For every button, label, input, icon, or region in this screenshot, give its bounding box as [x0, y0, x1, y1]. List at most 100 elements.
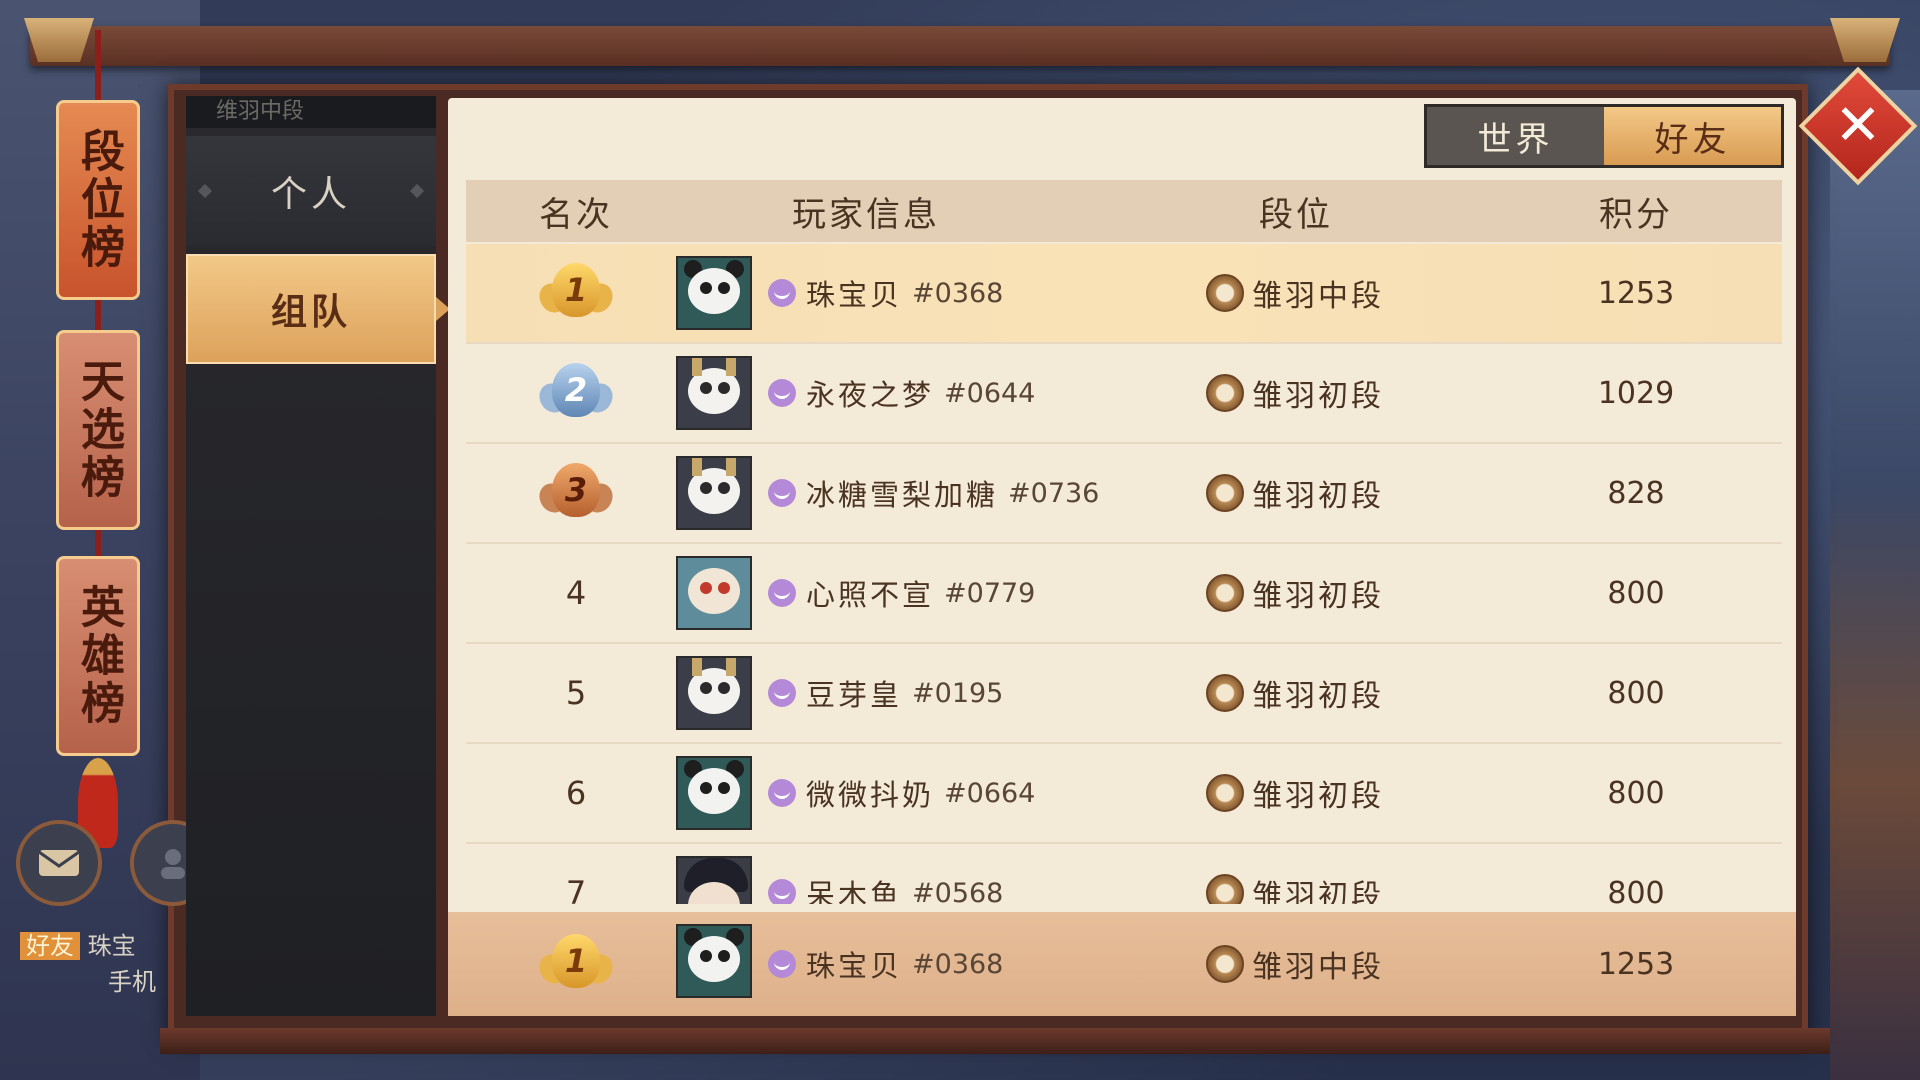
player-avatar[interactable] — [676, 924, 752, 998]
player-score: 800 — [1607, 775, 1665, 811]
tab-team-label: 组队 — [270, 292, 351, 333]
female-icon — [768, 379, 796, 407]
banner-tier-rank[interactable]: 段位榜 — [56, 100, 140, 300]
tier-badge-icon — [1206, 874, 1244, 904]
frame-bottom-bar — [160, 1028, 1830, 1054]
player-name: 珠宝贝 — [806, 278, 903, 312]
player-tier: 雏羽初段 — [1206, 544, 1384, 642]
player-name: 心照不宣 — [806, 578, 935, 612]
rank-medal-icon: 1 — [534, 257, 618, 329]
tab-personal-label: 个人 — [270, 174, 351, 215]
player-name: 珠宝贝 — [806, 949, 903, 983]
rank-medal-icon: 1 — [534, 928, 618, 1000]
female-icon — [768, 950, 796, 978]
tier-label: 雏羽初段 — [1252, 579, 1384, 614]
close-icon[interactable]: ✕ — [1830, 92, 1886, 158]
tab-team[interactable]: 组队 — [186, 254, 436, 364]
table-row[interactable]: 6 微微抖奶 #0664 雏羽初段 800 — [466, 744, 1782, 844]
player-score: 800 — [1607, 675, 1665, 711]
tier-badge-icon — [1206, 774, 1244, 812]
female-icon — [768, 679, 796, 707]
table-row[interactable]: 1 珠宝贝 #0368 雏羽中段 1253 — [466, 244, 1782, 344]
header-tier: 段位 — [1259, 194, 1333, 235]
player-tag: #0664 — [944, 777, 1036, 809]
medal-rank-number: 1 — [552, 263, 600, 317]
player-name: 呆木鱼 — [806, 878, 903, 904]
player-avatar[interactable] — [676, 456, 752, 530]
player-avatar[interactable] — [676, 656, 752, 730]
player-score: 1253 — [1597, 946, 1675, 982]
chat-line2: 手机 — [108, 968, 156, 996]
player-info: 豆芽皇 #0195 — [768, 644, 1003, 742]
tier-label: 雏羽中段 — [1252, 950, 1384, 985]
header-player: 玩家信息 — [792, 194, 940, 235]
player-tag: #0368 — [912, 948, 1004, 980]
table-row[interactable]: 4 心照不宣 #0779 雏羽初段 800 — [466, 544, 1782, 644]
rank-number: 4 — [565, 574, 587, 612]
player-info: 微微抖奶 #0664 — [768, 744, 1035, 842]
player-info: 永夜之梦 #0644 — [768, 344, 1035, 442]
player-tier: 雏羽中段 — [1206, 912, 1384, 1016]
chat-message[interactable]: 好友 珠宝 手机 — [20, 928, 170, 1000]
player-tag: #0736 — [1008, 477, 1100, 509]
tier-badge-icon — [1206, 374, 1244, 412]
leaderboard-rows: 1 珠宝贝 #0368 雏羽中段 1253 2 永夜之梦 #0644 雏羽初段 1029 3 冰糖雪梨… — [466, 244, 1782, 904]
medal-rank-number: 1 — [552, 934, 600, 988]
banner-hero-rank[interactable]: 英雄榜 — [56, 556, 140, 756]
table-row[interactable]: 7 呆木鱼 #0568 雏羽初段 800 — [466, 844, 1782, 904]
female-icon — [768, 579, 796, 607]
scope-friend-button[interactable]: 好友 — [1604, 107, 1781, 165]
player-score: 828 — [1607, 475, 1665, 511]
player-avatar[interactable] — [676, 556, 752, 630]
background-right — [1830, 90, 1920, 1080]
tier-badge-icon — [1206, 945, 1244, 983]
chat-sender: 珠宝 — [87, 932, 136, 960]
header-rank: 名次 — [539, 194, 613, 235]
tab-personal[interactable]: 个人 — [186, 136, 436, 246]
player-score: 800 — [1607, 575, 1665, 611]
female-icon — [768, 879, 796, 904]
player-score: 800 — [1607, 875, 1665, 905]
banner-chosen-rank[interactable]: 天选榜 — [56, 330, 140, 530]
tier-label: 雏羽初段 — [1252, 679, 1384, 714]
player-tier: 雏羽初段 — [1206, 644, 1384, 742]
player-avatar[interactable] — [676, 856, 752, 904]
tier-badge-icon — [1206, 274, 1244, 312]
player-tag: #0368 — [912, 277, 1004, 309]
banner-hero-rank-label: 英雄榜 — [73, 584, 124, 728]
player-score: 1253 — [1597, 275, 1675, 311]
table-row[interactable]: 3 冰糖雪梨加糖 #0736 雏羽初段 828 — [466, 444, 1782, 544]
rank-number: 5 — [565, 674, 587, 712]
player-avatar[interactable] — [676, 256, 752, 330]
table-row[interactable]: 2 永夜之梦 #0644 雏羽初段 1029 — [466, 344, 1782, 444]
player-tag: #0779 — [944, 577, 1036, 609]
player-info: 心照不宣 #0779 — [768, 544, 1035, 642]
player-tag: #0568 — [912, 877, 1004, 905]
player-info: 珠宝贝 #0368 — [768, 912, 1003, 1016]
player-info: 冰糖雪梨加糖 #0736 — [768, 444, 1099, 542]
rank-medal-icon: 2 — [534, 357, 618, 429]
player-tier: 雏羽中段 — [1206, 244, 1384, 342]
medal-rank-number: 3 — [552, 463, 600, 517]
rank-number: 6 — [565, 774, 587, 812]
player-name: 微微抖奶 — [806, 778, 935, 812]
medal-rank-number: 2 — [552, 363, 600, 417]
tier-label: 雏羽初段 — [1252, 379, 1384, 414]
mail-icon — [38, 850, 80, 876]
my-rank-content: 1 珠宝贝 #0368 雏羽中段 1253 — [466, 912, 1782, 1016]
table-header: 名次 玩家信息 段位 积分 — [466, 180, 1782, 242]
rank-medal-icon: 3 — [534, 457, 618, 529]
header-score: 积分 — [1599, 194, 1673, 235]
tier-badge-icon — [1206, 574, 1244, 612]
tier-label: 雏羽中段 — [1252, 279, 1384, 314]
female-icon — [768, 279, 796, 307]
scope-world-button[interactable]: 世界 — [1427, 107, 1604, 165]
mail-button[interactable] — [16, 820, 102, 906]
table-row[interactable]: 5 豆芽皇 #0195 雏羽初段 800 — [466, 644, 1782, 744]
player-avatar[interactable] — [676, 756, 752, 830]
player-info: 珠宝贝 #0368 — [768, 244, 1003, 342]
female-icon — [768, 479, 796, 507]
tier-badge-icon — [1206, 474, 1244, 512]
player-avatar[interactable] — [676, 356, 752, 430]
banner-chosen-rank-label: 天选榜 — [73, 358, 124, 502]
